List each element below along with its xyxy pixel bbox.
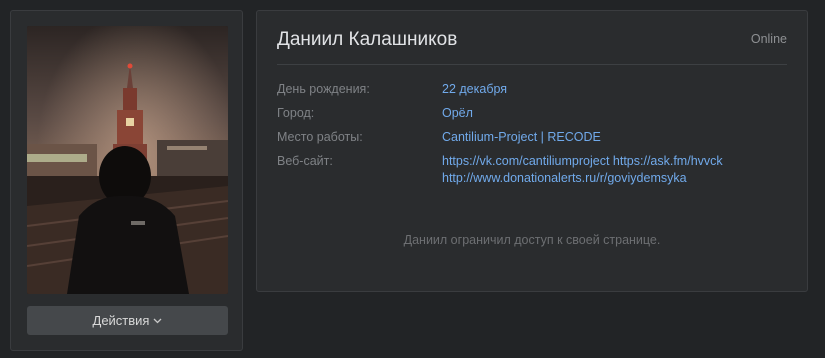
info-row-birthday: День рождения: 22 декабря <box>277 81 789 98</box>
online-status: Online <box>750 32 787 46</box>
chevron-down-icon <box>153 318 162 324</box>
actions-label: Действия <box>92 313 150 328</box>
info-row-work: Место работы: Cantilium-Project | RECODE <box>277 129 789 146</box>
actions-button[interactable]: Действия <box>27 306 228 335</box>
profile-photo[interactable] <box>27 26 228 294</box>
birthday-label: День рождения: <box>277 82 370 96</box>
birthday-link[interactable]: 22 декабря <box>442 82 507 96</box>
profile-info-card: Даниил Калашников Online День рождения: … <box>256 10 808 292</box>
info-row-website: Веб-сайт: https://vk.com/cantiliumprojec… <box>277 153 789 187</box>
city-label: Город: <box>277 106 315 120</box>
restricted-message: Даниил ограничил доступ к своей странице… <box>403 233 661 247</box>
website-link-2[interactable]: http://www.donationalerts.ru/r/goviydems… <box>442 171 687 185</box>
city-link[interactable]: Орёл <box>442 106 473 120</box>
website-label: Веб-сайт: <box>277 154 333 168</box>
website-link-1[interactable]: https://vk.com/cantiliumproject https://… <box>442 154 723 168</box>
info-row-city: Город: Орёл <box>277 105 789 122</box>
divider <box>277 64 787 65</box>
work-label: Место работы: <box>277 130 363 144</box>
profile-avatar-card: Действия <box>10 10 243 351</box>
profile-info: День рождения: 22 декабря Город: Орёл Ме… <box>277 81 789 194</box>
profile-name: Даниил Калашников <box>277 29 458 50</box>
work-link[interactable]: Cantilium-Project | RECODE <box>442 130 601 144</box>
